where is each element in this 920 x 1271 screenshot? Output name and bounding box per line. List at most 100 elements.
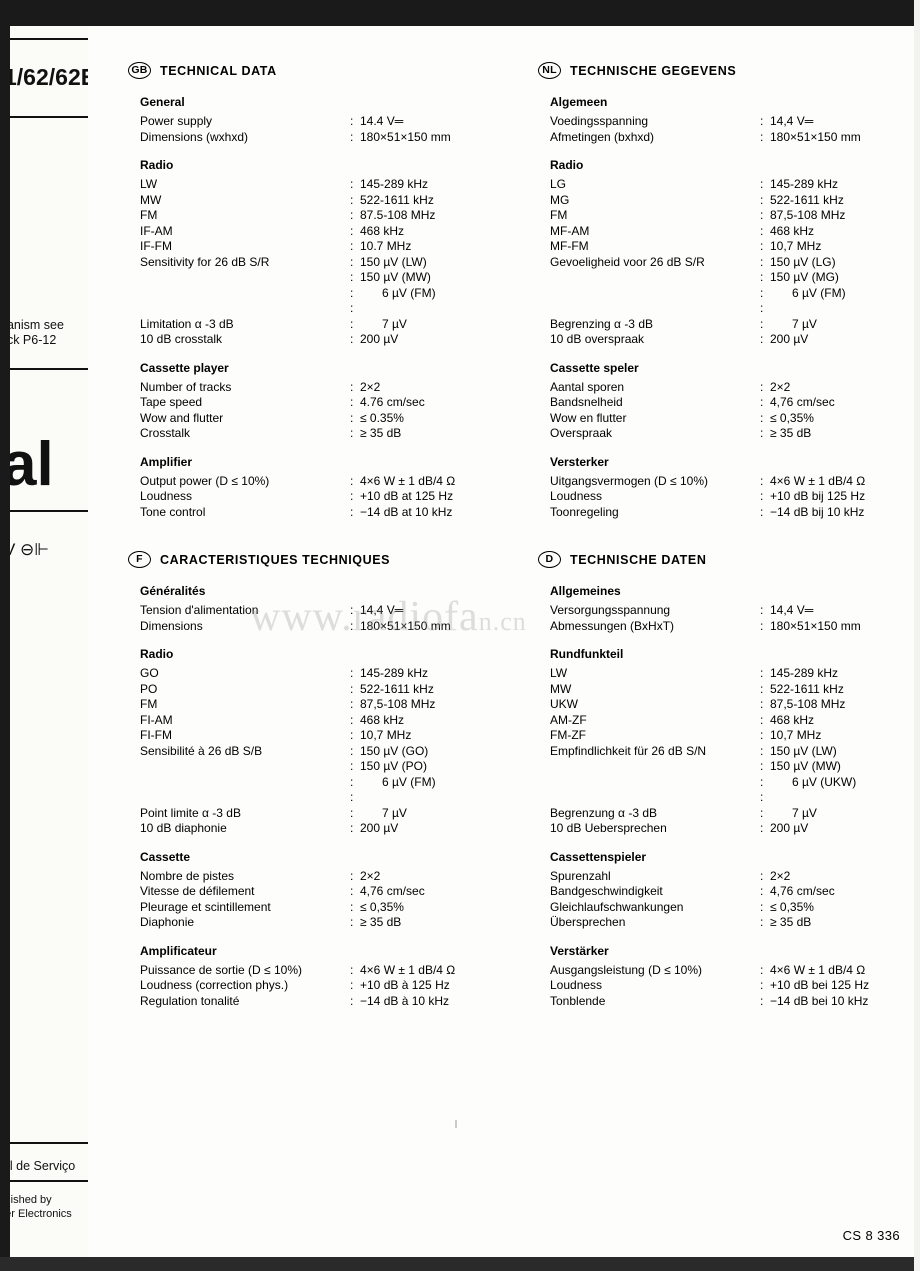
page-spine-column: 1/62/62E hanism see eck P6-12 al V ⊖⊩ ua…	[10, 26, 88, 1257]
spec-value: : ≥ 35 dB	[350, 915, 538, 931]
spec-value-text: 522-1611 kHz	[770, 681, 844, 696]
spec-value: :145-289 kHz	[350, 177, 538, 193]
spec-value: : 7 µV	[350, 806, 538, 822]
spec-label: MF-AM	[550, 223, 590, 238]
spec-row: :150 µV (MG)	[538, 270, 920, 286]
spec-label: Tonblende	[550, 993, 606, 1008]
spec-label: 10 dB crosstalk	[140, 332, 223, 346]
spec-value: :150 µV (LW)	[350, 255, 538, 271]
spec-colon: :	[350, 899, 354, 914]
language-badge-icon: D	[538, 551, 561, 568]
spec-row: : 6 µV (FM)	[128, 286, 538, 302]
spec-row: LG:145-289 kHz	[538, 177, 920, 193]
spec-label: Sensitivity for 26 dB S/R	[140, 254, 270, 269]
spec-colon: :	[350, 254, 354, 269]
section-header-gb: GB TECHNICAL DATA	[128, 62, 538, 79]
spec-value-text: ≥ 35 dB	[770, 426, 812, 440]
spec-group: Radio GO:145-289 kHz PO:522-1611 kHz FM:87,…	[128, 647, 538, 837]
spec-label: Regulation tonalité	[140, 993, 240, 1008]
spec-group-title: Rundfunkteil	[550, 647, 624, 661]
spec-value-text: 4,76 cm/sec	[770, 395, 835, 409]
spec-row: MG:522-1611 kHz	[538, 193, 920, 209]
spec-row: Power supply:14.4 V═	[128, 114, 538, 130]
spec-label: GO	[140, 666, 159, 680]
spec-colon: :	[350, 208, 354, 222]
spec-row: Nombre de pistes:2×2	[128, 869, 538, 885]
spec-label: Power supply	[140, 114, 213, 128]
spec-value: :87,5-108 MHz	[760, 208, 920, 224]
spec-value-text: 2×2	[770, 379, 791, 394]
spec-colon: :	[350, 868, 354, 883]
spec-value-text: 14.4 V═	[360, 114, 404, 128]
spec-label	[128, 790, 350, 806]
spec-colon: :	[760, 759, 764, 773]
spec-value-text: 150 µV (PO)	[360, 759, 427, 773]
spec-label: Wow en flutter	[550, 410, 627, 425]
section-title: TECHNICAL DATA	[160, 63, 277, 78]
spec-value-text: ≤ 0,35%	[770, 899, 814, 914]
spec-value-text: 6 µV (FM)	[382, 285, 436, 300]
spec-value-text: 150 µV (LW)	[360, 254, 427, 269]
spec-row: FM-ZF:10,7 MHz	[538, 728, 920, 744]
spec-colon: :	[350, 915, 354, 929]
spec-colon: :	[350, 978, 354, 992]
spec-group: Allgemeines Versorgungsspannung:14,4 V═ Ab…	[538, 584, 920, 634]
spec-label: Loudness (correction phys.)	[140, 978, 289, 992]
spec-colon: :	[760, 129, 764, 144]
spec-label: Gevoeligheid voor 26 dB S/R	[550, 254, 705, 269]
spec-label: Aantal sporen	[550, 379, 625, 394]
spec-row: MW:522-1611 kHz	[128, 193, 538, 209]
spec-value: :	[350, 790, 538, 806]
spec-value: :145-289 kHz	[760, 177, 920, 193]
spec-colon: :	[760, 618, 764, 633]
spec-label: Abmessungen (BxHxT)	[550, 618, 675, 633]
spec-row: Tone control: −14 dB at 10 kHz	[128, 505, 538, 521]
spec-value-text: −14 dB à 10 kHz	[360, 993, 450, 1008]
spec-value: :4,76 cm/sec	[760, 884, 920, 900]
spec-label: PO	[140, 681, 158, 696]
spec-value: :87,5-108 MHz	[350, 697, 538, 713]
spec-colon: :	[760, 899, 764, 914]
spec-group: Radio LG:145-289 kHz MG:522-1611 kHz FM:87,…	[538, 158, 920, 348]
spec-row: :	[538, 301, 920, 317]
spec-value-text: 4,76 cm/sec	[770, 884, 835, 898]
spec-value: : 7 µV	[760, 317, 920, 333]
spec-value-text: 200 µV	[360, 332, 399, 346]
spec-label: Output power (D ≤ 10%)	[140, 473, 270, 488]
spec-value-text: 180×51×150 mm	[360, 618, 451, 633]
spec-row: Ausgangsleistung (D ≤ 10%):4×6 W ± 1 dB/…	[538, 963, 920, 979]
spec-label	[128, 270, 350, 286]
spec-row: Tape speed:4.76 cm/sec	[128, 395, 538, 411]
spec-colon: :	[760, 301, 764, 315]
spec-group-title: Cassette	[140, 849, 191, 864]
spec-row: Empfindlichkeit für 26 dB S/N:150 µV (LW…	[538, 744, 920, 760]
spec-group-title: Versterker	[550, 454, 609, 469]
spec-value: : 7 µV	[350, 317, 538, 333]
spec-value: : ≥ 35 dB	[760, 426, 920, 442]
spec-value: : ≤ 0.35%	[350, 411, 538, 427]
spec-colon: :	[760, 743, 764, 758]
spec-row: :150 µV (MW)	[538, 759, 920, 775]
spec-value-text: 87,5-108 MHz	[770, 697, 846, 711]
scan-artifact	[455, 1120, 457, 1128]
spec-rows: GO:145-289 kHz PO:522-1611 kHz FM:87,5-108…	[128, 666, 538, 837]
spec-colon: :	[760, 805, 764, 820]
spec-rows: Puissance de sortie (D ≤ 10%):4×6 W ± 1 …	[128, 963, 538, 1010]
scan-edge-bottom	[0, 1257, 920, 1271]
spec-colon: :	[760, 332, 764, 346]
spec-value: : +10 dB at 125 Hz	[350, 489, 538, 505]
service-manual-label: ual de Serviço	[10, 1159, 76, 1173]
spec-value-text: ≤ 0,35%	[360, 899, 404, 914]
spec-group: Verstärker Ausgangsleistung (D ≤ 10%):4×6…	[538, 944, 920, 1010]
spec-value-text: 10,7 MHz	[770, 728, 822, 742]
spec-value-text: ≥ 35 dB	[770, 915, 812, 929]
spec-colon: :	[350, 192, 354, 207]
spec-value: :2×2	[350, 380, 538, 396]
spec-value: :150 µV (GO)	[350, 744, 538, 760]
spec-colon: :	[350, 177, 354, 191]
spec-value-text: ≤ 0.35%	[360, 410, 404, 425]
spec-label: Crosstalk	[140, 426, 191, 440]
spec-row: Voedingsspanning:14,4 V═	[538, 114, 920, 130]
spec-value-text: 2×2	[770, 868, 791, 883]
spec-row: FM:87.5-108 MHz	[128, 208, 538, 224]
